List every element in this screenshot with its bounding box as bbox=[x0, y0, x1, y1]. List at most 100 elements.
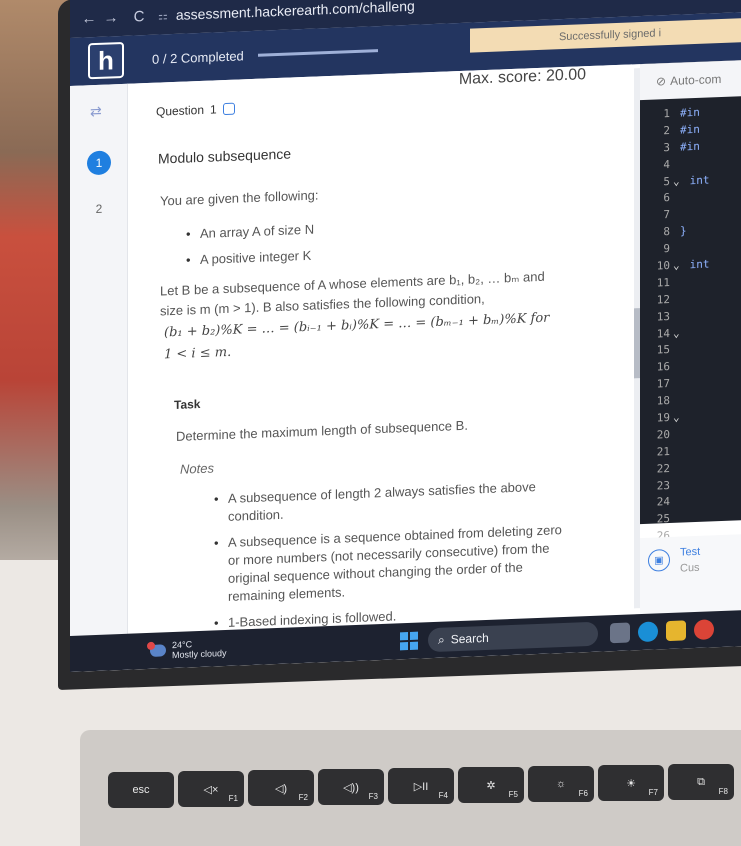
code-text: } bbox=[680, 224, 687, 238]
line-number: 21 bbox=[656, 444, 670, 459]
key-label: ◁× bbox=[203, 783, 219, 796]
list-item: A subsequence is a sequence obtained fro… bbox=[214, 521, 574, 607]
condition-range: 1 < i ≤ m. bbox=[164, 344, 232, 363]
line-number: 7 bbox=[663, 208, 670, 222]
line-number: 19 bbox=[656, 410, 670, 425]
key-sublabel: F4 bbox=[438, 791, 448, 800]
notes-heading: Notes bbox=[180, 460, 214, 477]
keyboard-key[interactable]: ☀ F7 bbox=[598, 765, 664, 801]
givens-list: An array A of size N A positive integer … bbox=[186, 221, 314, 278]
key-sublabel: F7 bbox=[648, 788, 658, 797]
line-number: 9 bbox=[663, 242, 670, 256]
fold-chevron-icon[interactable]: ⌄ bbox=[673, 259, 680, 272]
keyboard-key[interactable]: ✲ F5 bbox=[458, 767, 524, 803]
keyboard-key[interactable]: ◁)) F3 bbox=[318, 769, 384, 805]
key-label: ✲ bbox=[486, 779, 496, 792]
fold-chevron-icon[interactable]: ⌄ bbox=[673, 326, 680, 339]
edge-icon[interactable] bbox=[638, 621, 658, 643]
keyboard-key[interactable]: ◁× F1 bbox=[178, 771, 244, 807]
editor-header: ⊘ Auto-com bbox=[640, 59, 741, 101]
key-sublabel: F2 bbox=[298, 793, 308, 802]
question-title: Modulo subsequence bbox=[158, 145, 292, 167]
site-settings-icon[interactable]: ⚏ bbox=[158, 9, 168, 22]
line-number: 5 bbox=[663, 174, 670, 188]
keyboard-key[interactable]: ▷II F4 bbox=[388, 768, 454, 804]
address-text: assessment.hackerearth.com/challeng bbox=[175, 0, 415, 23]
key-sublabel: F1 bbox=[228, 794, 238, 803]
fold-chevron-icon[interactable]: ⌄ bbox=[673, 411, 680, 424]
line-number: 12 bbox=[656, 292, 670, 307]
progress-text: 0 / 2 Completed bbox=[152, 47, 244, 67]
keyboard-key[interactable]: esc bbox=[108, 772, 174, 808]
taskview-icon[interactable] bbox=[610, 622, 630, 644]
line-number: 8 bbox=[663, 225, 670, 239]
reload-icon[interactable]: C bbox=[128, 7, 150, 25]
key-label: ⧉ bbox=[697, 775, 705, 788]
windows-start-icon[interactable] bbox=[400, 631, 418, 651]
max-score: Max. score: 20.00 bbox=[458, 66, 586, 89]
key-label: esc bbox=[132, 784, 150, 796]
task-heading: Task bbox=[174, 396, 201, 413]
taskbar-search[interactable]: ⌕ Search bbox=[428, 621, 598, 653]
key-sublabel: F8 bbox=[718, 787, 728, 796]
key-label: ☼ bbox=[555, 778, 567, 790]
key-label: ▷II bbox=[413, 780, 429, 793]
photo-root: ← → C ⚏ assessment.hackerearth.com/chall… bbox=[0, 0, 741, 846]
line-number: 24 bbox=[656, 495, 670, 509]
line-number: 1 bbox=[663, 106, 670, 121]
key-label: ◁) bbox=[274, 782, 288, 795]
notes-list: A subsequence of length 2 always satisfi… bbox=[214, 477, 574, 641]
test-panel: ▣ Test Cus bbox=[640, 533, 741, 619]
line-number: 25 bbox=[656, 512, 670, 526]
hackerearth-logo[interactable]: h bbox=[88, 41, 124, 80]
code-text: #in bbox=[680, 139, 700, 154]
key-sublabel: F6 bbox=[578, 789, 588, 798]
code-text: #in bbox=[680, 122, 700, 137]
editor-lines: 1 #in 2 #in 3 #in 4 5 ⌄ int 6 7 8} 9 10 ⌄ int 11 12 13 14 ⌄ 15… bbox=[644, 102, 741, 545]
line-number: 3 bbox=[663, 140, 670, 154]
weather-text: Mostly cloudy bbox=[172, 647, 227, 661]
line-number: 15 bbox=[656, 343, 670, 357]
line-number: 18 bbox=[656, 394, 670, 408]
address-bar[interactable]: ⚏ assessment.hackerearth.com/challeng bbox=[158, 0, 415, 24]
test-icon[interactable]: ▣ bbox=[648, 548, 670, 572]
line-number: 2 bbox=[663, 123, 670, 138]
line-number: 6 bbox=[663, 191, 670, 205]
list-item: A subsequence of length 2 always satisfi… bbox=[214, 477, 574, 527]
line-number: 20 bbox=[656, 427, 670, 442]
autocomplete-check-icon[interactable]: ⊘ bbox=[656, 74, 666, 88]
question-nav-1[interactable]: 1 bbox=[87, 150, 111, 176]
question-sidebar: ⇄ 1 2 bbox=[70, 83, 128, 673]
custom-input-label[interactable]: Cus bbox=[680, 562, 700, 575]
fold-chevron-icon[interactable]: ⌄ bbox=[673, 174, 680, 187]
line-number: 11 bbox=[656, 275, 670, 290]
line-number: 10 bbox=[656, 258, 670, 273]
list-item: An array A of size N bbox=[186, 221, 314, 244]
chrome-icon[interactable] bbox=[694, 619, 714, 641]
line-number: 16 bbox=[656, 360, 670, 374]
line-number: 17 bbox=[656, 377, 670, 391]
laptop-keyboard: esc ◁× F1 ◁) F2 ◁)) F3 ▷II F4 ✲ F5 ☼ F6 ☀ F7 ⧉ F8 bbox=[80, 730, 741, 846]
keyboard-key[interactable]: ☼ F6 bbox=[528, 766, 594, 802]
code-text: #in bbox=[680, 105, 700, 120]
forward-icon[interactable]: → bbox=[100, 9, 122, 27]
weather-icon bbox=[150, 644, 166, 657]
test-label[interactable]: Test bbox=[680, 546, 700, 559]
collapse-sidebar-icon[interactable]: ⇄ bbox=[90, 103, 102, 120]
search-label: Search bbox=[450, 630, 489, 647]
key-label: ☀ bbox=[626, 777, 636, 790]
progress-bar bbox=[257, 48, 378, 57]
keyboard-key[interactable]: ⧉ F8 bbox=[668, 764, 734, 800]
search-icon: ⌕ bbox=[438, 632, 445, 647]
line-number: 23 bbox=[656, 478, 670, 492]
laptop-screen: ← → C ⚏ assessment.hackerearth.com/chall… bbox=[70, 0, 741, 673]
autocomplete-label[interactable]: Auto-com bbox=[670, 72, 721, 88]
keyboard-key[interactable]: ◁) F2 bbox=[248, 770, 314, 806]
info-icon[interactable] bbox=[222, 102, 235, 116]
line-number: 22 bbox=[656, 461, 670, 476]
question-nav-2[interactable]: 2 bbox=[87, 196, 111, 221]
key-label: ◁)) bbox=[343, 781, 359, 794]
back-icon[interactable]: ← bbox=[78, 9, 100, 27]
file-explorer-icon[interactable] bbox=[666, 620, 686, 642]
weather-widget[interactable]: 24°C Mostly cloudy bbox=[150, 638, 227, 661]
